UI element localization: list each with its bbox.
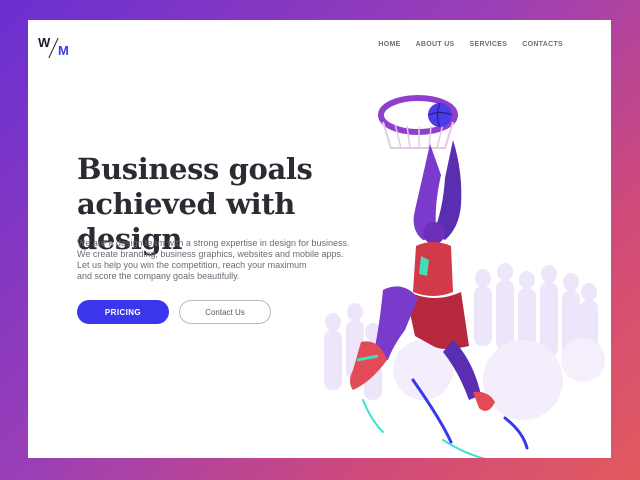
motion-streak-3	[503, 416, 529, 450]
logo-letter-m: M	[58, 43, 69, 58]
player-head	[423, 222, 445, 244]
logo-letter-w: W	[38, 35, 51, 50]
nav-services[interactable]: SERVICES	[470, 41, 508, 48]
basketball-player-illustration	[324, 95, 605, 458]
pricing-button[interactable]: PRICING	[77, 300, 169, 324]
nav-about-us[interactable]: ABOUT US	[416, 41, 455, 48]
player-jersey	[413, 242, 453, 296]
headline-line-1: Business goals	[77, 152, 313, 186]
basketball-hoop	[378, 95, 458, 149]
motion-streak-4	[362, 399, 384, 433]
nav-contacts[interactable]: CONTACTS	[522, 41, 563, 48]
main-nav: HOME ABOUT US SERVICES CONTACTS	[378, 41, 563, 48]
contact-us-button[interactable]: Contact Us	[179, 300, 271, 324]
landing-page: W M HOME ABOUT US SERVICES CONTACTS Busi…	[28, 20, 611, 458]
nav-home[interactable]: HOME	[378, 41, 400, 48]
logo-wm-icon[interactable]: W M	[38, 35, 72, 59]
